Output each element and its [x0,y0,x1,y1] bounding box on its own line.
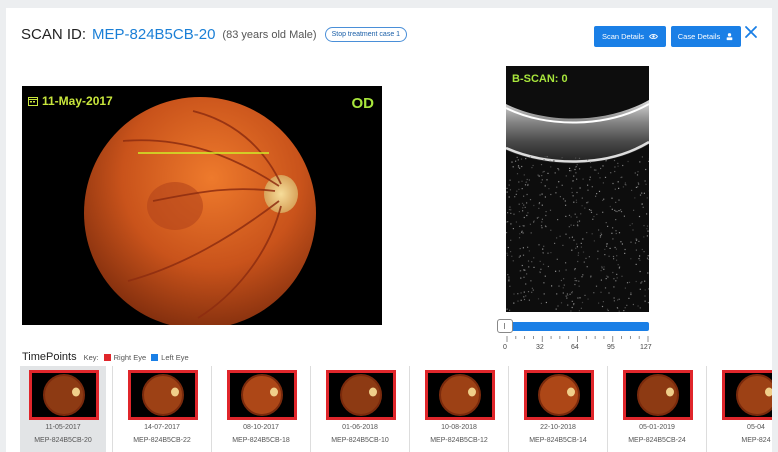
bscan-slider-ticks [506,336,649,342]
timepoint-thumbnail [128,370,198,420]
eye-side-label: OD [351,95,375,112]
timepoint-thumbnail [524,370,594,420]
timepoint-scan-id: MEP-824B5CB-20 [34,437,92,444]
timepoints-title: TimePoints [22,351,77,363]
scan-id-value: MEP-824B5CB-20 [92,26,216,43]
timepoint-date: 05-01-2019 [639,424,675,431]
bscan-speckle [506,156,649,312]
user-icon [726,33,733,41]
timepoint-item[interactable]: 08-10-2017 MEP-824B5CB-18 [218,366,304,452]
slider-tick-label: 95 [607,344,615,351]
timepoint-date: 11-05-2017 [45,424,81,431]
timepoint-divider [211,366,212,452]
timepoint-divider [607,366,608,452]
slider-tick-label: 127 [640,344,652,351]
timepoint-thumbnail [722,370,772,420]
fundus-image [84,97,316,325]
bscan-slider-thumb[interactable] [497,319,513,333]
timepoint-date: 05-04 [747,424,765,431]
timepoint-item[interactable]: 14-07-2017 MEP-824B5CB-22 [119,366,205,452]
slider-tick-label: 64 [571,344,579,351]
left-eye-swatch [151,353,159,361]
fundus-date: 11-May-2017 [28,94,113,108]
timepoint-item[interactable]: 05-04 MEP-824 [713,366,772,452]
bscan-image [506,100,649,312]
case-tag[interactable]: Stop treatment case 1 [324,27,408,42]
timepoint-date: 08-10-2017 [243,424,279,431]
timepoints-strip: 11-05-2017 MEP-824B5CB-20 14-07-2017 MEP-82… [20,366,772,452]
timepoint-scan-id: MEP-824 [741,437,771,444]
timepoint-thumbnail [326,370,396,420]
timepoint-scan-id: MEP-824B5CB-14 [529,437,587,444]
eye-icon [649,33,658,40]
case-details-button[interactable]: Case Details [671,26,741,47]
scan-viewer-modal: SCAN ID: MEP-824B5CB-20 (83 years old Ma… [6,8,772,452]
timepoint-date: 10-08-2018 [441,424,477,431]
slider-tick-label: 0 [503,344,507,351]
timepoints-header: TimePoints Key: Right Eye Left Eye [22,351,189,363]
right-eye-key: Right Eye [113,352,147,362]
patient-info: (83 years old Male) [222,28,317,41]
timepoint-item[interactable]: 01-06-2018 MEP-824B5CB-10 [317,366,403,452]
case-details-label: Case Details [677,32,721,41]
bscan-slider-track[interactable] [499,322,649,331]
timepoint-divider [508,366,509,452]
scan-id-label: SCAN ID: [21,26,87,43]
close-icon[interactable] [744,25,758,39]
timepoint-thumbnail [425,370,495,420]
calendar-icon [28,97,38,106]
timepoint-scan-id: MEP-824B5CB-24 [628,437,686,444]
timepoint-divider [310,366,311,452]
timepoint-item[interactable]: 05-01-2019 MEP-824B5CB-24 [614,366,700,452]
timepoint-divider [112,366,113,452]
bscan-label: B-SCAN: 0 [512,73,568,85]
scan-details-label: Scan Details [601,32,645,41]
timepoint-thumbnail [623,370,693,420]
scan-header: SCAN ID: MEP-824B5CB-20 (83 years old Ma… [21,26,408,43]
right-eye-swatch [103,353,111,361]
scan-details-button[interactable]: Scan Details [594,26,666,47]
timepoint-item[interactable]: 11-05-2017 MEP-824B5CB-20 [20,366,106,452]
fundus-date-text: 11-May-2017 [42,94,113,108]
slider-tick-label: 32 [536,344,544,351]
key-label: Key: [83,352,99,362]
timepoint-scan-id: MEP-824B5CB-10 [331,437,389,444]
timepoint-item[interactable]: 22-10-2018 MEP-824B5CB-14 [515,366,601,452]
timepoint-scan-id: MEP-824B5CB-12 [430,437,488,444]
bscan-viewer: B-SCAN: 0 [506,66,649,312]
timepoint-date: 14-07-2017 [144,424,180,431]
left-eye-key: Left Eye [161,352,189,362]
timepoint-divider [706,366,707,452]
timepoint-date: 01-06-2018 [342,424,378,431]
timepoint-thumbnail [227,370,297,420]
timepoint-item[interactable]: 10-08-2018 MEP-824B5CB-12 [416,366,502,452]
timepoint-thumbnail [29,370,99,420]
timepoint-scan-id: MEP-824B5CB-18 [232,437,290,444]
fundus-viewer: 11-May-2017 OD [22,86,382,325]
timepoint-date: 22-10-2018 [540,424,576,431]
timepoint-scan-id: MEP-824B5CB-22 [133,437,191,444]
timepoint-divider [409,366,410,452]
